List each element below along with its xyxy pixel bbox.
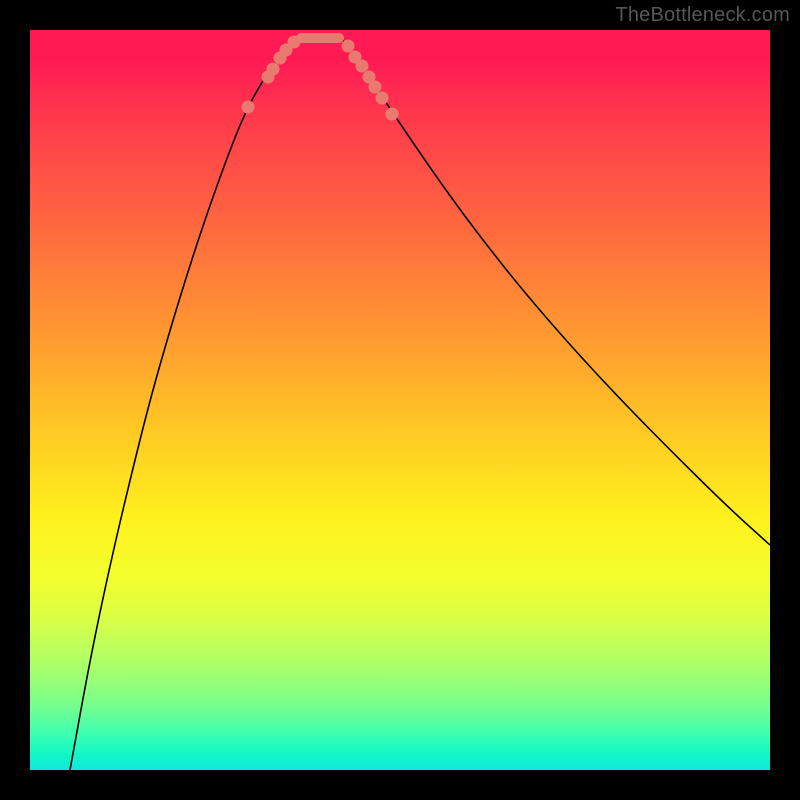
chart-svg	[30, 30, 770, 770]
highlight-point	[356, 60, 369, 73]
highlight-point	[242, 101, 255, 114]
watermark-text: TheBottleneck.com	[615, 4, 790, 27]
highlight-point	[369, 81, 382, 94]
highlight-bar	[296, 33, 344, 43]
highlight-point	[267, 63, 280, 76]
chart-frame: TheBottleneck.com	[0, 0, 800, 800]
curve-left	[70, 35, 304, 770]
highlight-point	[386, 108, 399, 121]
plot-area	[30, 30, 770, 770]
curve-right	[338, 35, 770, 545]
curve-group	[70, 35, 770, 770]
highlight-points	[242, 33, 399, 121]
highlight-point	[342, 40, 355, 53]
highlight-point	[376, 92, 389, 105]
